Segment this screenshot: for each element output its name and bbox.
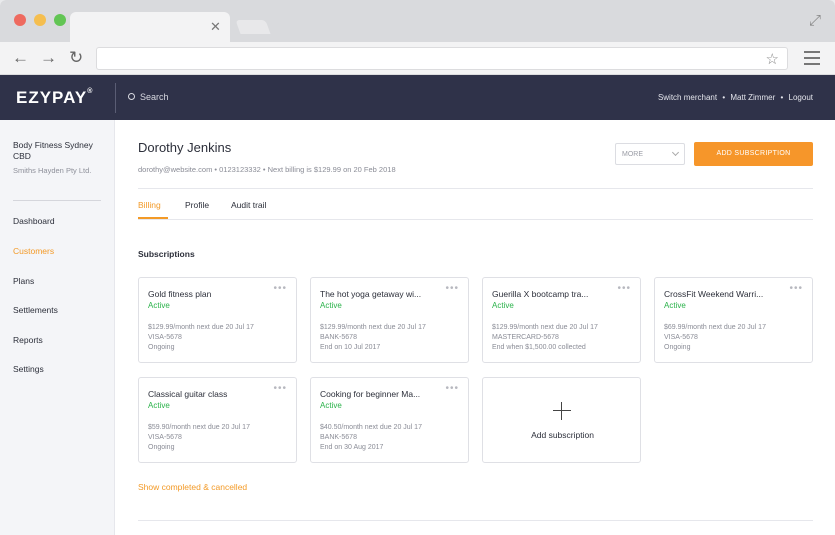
- sidebar-item-settlements[interactable]: Settlements: [13, 305, 58, 315]
- status-badge: Active: [664, 301, 686, 310]
- customer-name: Dorothy Jenkins: [138, 140, 232, 155]
- subscription-title: The hot yoga getaway wi...: [320, 289, 422, 299]
- tab-billing[interactable]: Billing: [138, 200, 161, 210]
- forward-arrow-icon[interactable]: →: [40, 48, 57, 68]
- subscription-end: End when $1,500.00 collected: [492, 344, 586, 351]
- plus-icon: [553, 402, 571, 420]
- sidebar-item-dashboard[interactable]: Dashboard: [13, 216, 55, 226]
- minimize-window-button[interactable]: [34, 14, 46, 26]
- sidebar: Body Fitness Sydney CBD Smiths Hayden Pt…: [0, 120, 115, 535]
- browser-tab-strip: ✕ ⤢: [0, 0, 835, 42]
- divider: [138, 520, 813, 521]
- ezypay-logo[interactable]: EZYPAY®: [16, 88, 93, 108]
- subscription-title: Cooking for beginner Ma...: [320, 389, 421, 399]
- subscription-payment-method: MASTERCARD-5678: [492, 334, 559, 341]
- subscription-card[interactable]: Classical guitar class ••• Active $59.90…: [138, 377, 297, 463]
- add-subscription-card[interactable]: Add subscription: [482, 377, 641, 463]
- new-tab-button[interactable]: [235, 20, 271, 34]
- subscription-amount: $129.99/month next due 20 Jul 17: [492, 324, 598, 331]
- status-badge: Active: [148, 401, 170, 410]
- subscription-amount: $129.99/month next due 20 Jul 17: [320, 324, 426, 331]
- more-options-icon[interactable]: •••: [445, 383, 459, 394]
- add-subscription-button[interactable]: ADD SUBSCRIPTION: [694, 142, 813, 166]
- switch-merchant-link[interactable]: Switch merchant: [658, 93, 717, 102]
- subscription-amount: $40.50/month next due 20 Jul 17: [320, 424, 422, 431]
- subscription-end: End on 10 Jul 2017: [320, 344, 381, 351]
- subscription-title: Classical guitar class: [148, 389, 228, 399]
- subscription-card[interactable]: The hot yoga getaway wi... ••• Active $1…: [310, 277, 469, 363]
- more-options-icon[interactable]: •••: [445, 283, 459, 294]
- subscription-amount: $69.99/month next due 20 Jul 17: [664, 324, 766, 331]
- subscription-title: Gold fitness plan: [148, 289, 212, 299]
- subscription-payment-method: VISA-5678: [664, 334, 698, 341]
- sidebar-item-settings[interactable]: Settings: [13, 364, 44, 374]
- merchant-company: Smiths Hayden Pty Ltd.: [13, 166, 92, 175]
- logout-link[interactable]: Logout: [789, 93, 813, 102]
- subscription-card[interactable]: Guerilla X bootcamp tra... ••• Active $1…: [482, 277, 641, 363]
- tab-audit-trail[interactable]: Audit trail: [231, 200, 266, 210]
- tab-profile[interactable]: Profile: [185, 200, 209, 210]
- subscriptions-heading: Subscriptions: [138, 249, 195, 259]
- back-arrow-icon[interactable]: ←: [12, 48, 29, 68]
- browser-tab[interactable]: [70, 12, 230, 42]
- sidebar-item-plans[interactable]: Plans: [13, 276, 34, 286]
- maximize-window-button[interactable]: [54, 14, 66, 26]
- subscription-payment-method: VISA-5678: [148, 334, 182, 341]
- hamburger-menu-icon[interactable]: [804, 51, 820, 69]
- more-options-icon[interactable]: •••: [273, 283, 287, 294]
- subscription-end: Ongoing: [148, 344, 175, 351]
- subscription-amount: $129.99/month next due 20 Jul 17: [148, 324, 254, 331]
- browser-toolbar: ← → ↻ ☆: [0, 42, 835, 75]
- sidebar-divider: [13, 200, 101, 201]
- status-badge: Active: [320, 301, 342, 310]
- expand-icon[interactable]: ⤢: [809, 12, 821, 29]
- status-badge: Active: [320, 401, 342, 410]
- search-input[interactable]: Search: [128, 92, 169, 102]
- close-icon[interactable]: ✕: [210, 18, 221, 36]
- divider: [138, 188, 813, 189]
- subscription-end: Ongoing: [148, 444, 175, 451]
- subscription-payment-method: BANK-5678: [320, 334, 357, 341]
- subscription-payment-method: VISA-5678: [148, 434, 182, 441]
- address-bar[interactable]: ☆: [96, 47, 788, 70]
- subscription-card[interactable]: Gold fitness plan ••• Active $129.99/mon…: [138, 277, 297, 363]
- app-header: EZYPAY® Search Switch merchant • Matt Zi…: [0, 75, 835, 120]
- more-options-icon[interactable]: •••: [617, 283, 631, 294]
- reload-icon[interactable]: ↻: [69, 48, 83, 68]
- more-options-icon[interactable]: •••: [273, 383, 287, 394]
- subscription-end: Ongoing: [664, 344, 691, 351]
- header-links: Switch merchant • Matt Zimmer • Logout: [657, 93, 813, 102]
- close-window-button[interactable]: [14, 14, 26, 26]
- main-content: Dorothy Jenkins dorothy@website.com • 01…: [115, 120, 835, 535]
- status-badge: Active: [148, 301, 170, 310]
- subscription-card[interactable]: Cooking for beginner Ma... ••• Active $4…: [310, 377, 469, 463]
- chevron-down-icon: [671, 148, 680, 157]
- user-name-link[interactable]: Matt Zimmer: [730, 93, 775, 102]
- tabs-divider: [138, 219, 813, 220]
- more-options-icon[interactable]: •••: [789, 283, 803, 294]
- browser-window: ✕ ⤢ ← → ↻ ☆ EZYPAY® Search Switch mercha…: [0, 0, 835, 535]
- add-subscription-label: Add subscription: [531, 430, 594, 440]
- subscription-title: CrossFit Weekend Warri...: [664, 289, 764, 299]
- header-divider: [115, 83, 116, 113]
- subscription-end: End on 30 Aug 2017: [320, 444, 384, 451]
- status-badge: Active: [492, 301, 514, 310]
- show-completed-link[interactable]: Show completed & cancelled: [138, 482, 247, 492]
- merchant-name: Body Fitness Sydney CBD: [13, 140, 93, 161]
- star-icon[interactable]: ☆: [766, 50, 779, 68]
- sidebar-item-customers[interactable]: Customers: [13, 246, 54, 256]
- search-icon: [128, 93, 135, 100]
- subscription-payment-method: BANK-5678: [320, 434, 357, 441]
- subscription-amount: $59.90/month next due 20 Jul 17: [148, 424, 250, 431]
- customer-meta: dorothy@website.com • 0123123332 • Next …: [138, 165, 396, 174]
- subscription-card[interactable]: CrossFit Weekend Warri... ••• Active $69…: [654, 277, 813, 363]
- subscription-title: Guerilla X bootcamp tra...: [492, 289, 589, 299]
- sidebar-item-reports[interactable]: Reports: [13, 335, 43, 345]
- more-dropdown[interactable]: MORE: [615, 143, 685, 165]
